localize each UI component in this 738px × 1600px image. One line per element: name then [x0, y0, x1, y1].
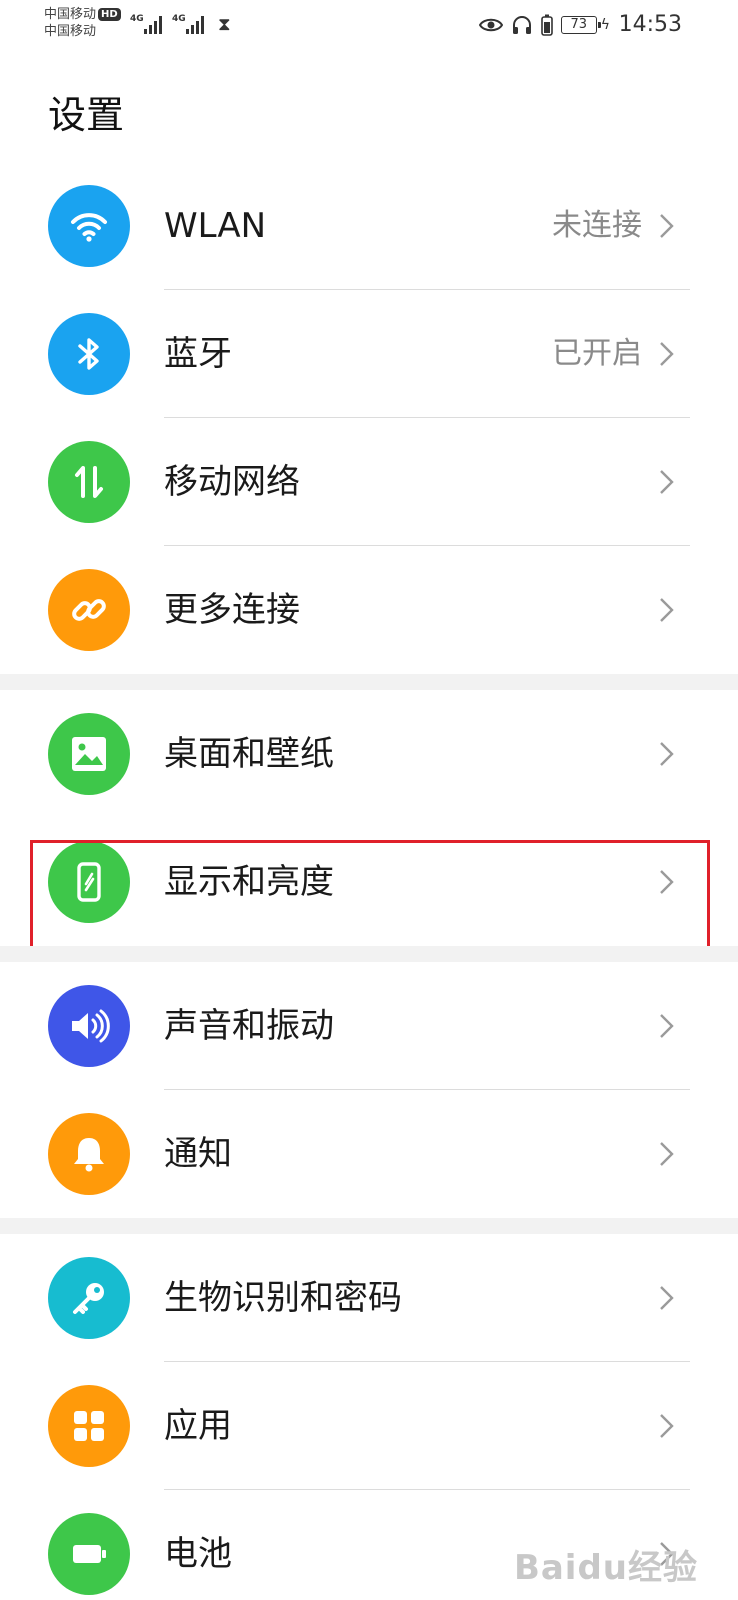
row-label: 桌面和壁纸: [164, 734, 334, 774]
section-gap: [0, 1218, 738, 1234]
chevron-right-icon: [650, 1282, 682, 1314]
settings-row-bluetooth[interactable]: 蓝牙 已开启: [0, 290, 738, 418]
carrier-2: 中国移动: [44, 24, 97, 39]
row-status: 未连接: [552, 208, 642, 243]
settings-row-mobile-network[interactable]: 移动网络: [0, 418, 738, 546]
row-label: 移动网络: [164, 462, 300, 502]
wifi-icon: [48, 185, 130, 267]
network-type-1: 4G: [130, 14, 144, 24]
row-label: 电池: [164, 1534, 232, 1574]
settings-row-more-connections[interactable]: 更多连接: [0, 546, 738, 674]
chevron-right-icon: [650, 738, 682, 770]
row-label: 声音和振动: [164, 1006, 334, 1046]
link-icon: [48, 569, 130, 651]
status-icons: 73 ϟ: [478, 12, 610, 38]
network-type-2: 4G: [172, 14, 186, 24]
apps-icon: [48, 1385, 130, 1467]
row-label: 生物识别和密码: [164, 1278, 402, 1318]
hd-badge: HD: [98, 8, 121, 21]
settings-row-sound[interactable]: 声音和振动: [0, 962, 738, 1090]
row-label: 通知: [164, 1134, 232, 1174]
row-label: 更多连接: [164, 590, 300, 630]
baidu-watermark: Baidu经验: [513, 1548, 698, 1588]
wallpaper-icon: [48, 713, 130, 795]
battery-small-icon: [540, 14, 553, 36]
section-gap: [0, 674, 738, 690]
carrier-info: 中国移动 HD 中国移动: [44, 6, 121, 40]
settings-row-notifications[interactable]: 通知: [0, 1090, 738, 1218]
chevron-right-icon: [650, 1010, 682, 1042]
status-bar: 中国移动 HD 中国移动 4G 4G ⧗ 73 ϟ 14:53: [0, 0, 738, 50]
page-title: 设置: [48, 93, 125, 137]
eye-icon: [478, 18, 503, 32]
section-gap: [0, 946, 738, 962]
headphones-icon: [512, 16, 531, 34]
hourglass-icon: ⧗: [218, 14, 231, 35]
chevron-right-icon: [650, 1410, 682, 1442]
bluetooth-icon: [48, 313, 130, 395]
chevron-right-icon: [650, 338, 682, 370]
highlight-box: [30, 840, 710, 962]
carrier-1: 中国移动: [44, 7, 97, 22]
settings-row-apps[interactable]: 应用: [0, 1362, 738, 1490]
bell-icon: [48, 1113, 130, 1195]
settings-row-wallpaper[interactable]: 桌面和壁纸: [0, 690, 738, 818]
chevron-right-icon: [650, 594, 682, 626]
chevron-right-icon: [650, 210, 682, 242]
mobile-data-icon: [48, 441, 130, 523]
settings-row-wlan[interactable]: WLAN 未连接: [0, 162, 738, 290]
charging-icon: ϟ: [600, 17, 610, 33]
battery-icon: [48, 1513, 130, 1595]
battery-level: 73: [560, 16, 601, 34]
row-label: WLAN: [164, 206, 267, 246]
row-label: 蓝牙: [164, 334, 232, 374]
row-status: 已开启: [552, 336, 642, 371]
row-label: 应用: [164, 1406, 232, 1446]
key-icon: [48, 1257, 130, 1339]
settings-row-biometrics-password[interactable]: 生物识别和密码: [0, 1234, 738, 1362]
sound-icon: [48, 985, 130, 1067]
chevron-right-icon: [650, 1138, 682, 1170]
clock: 14:53: [618, 12, 682, 37]
chevron-right-icon: [650, 466, 682, 498]
